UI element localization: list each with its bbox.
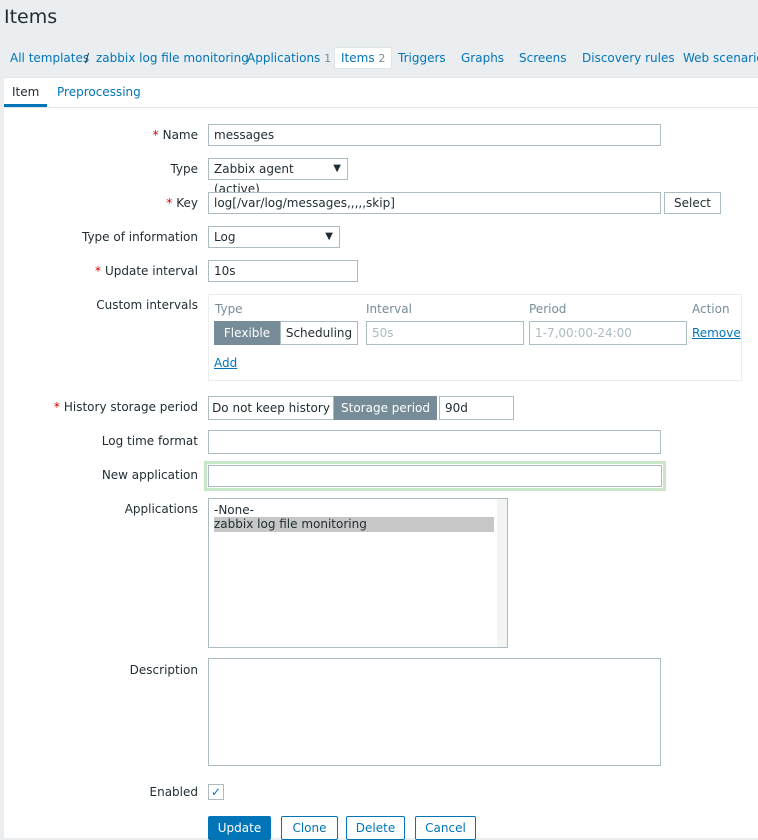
nav-items-label: Items [341, 51, 375, 65]
history-storage-label-text: History storage period [63, 400, 198, 414]
nav-screens[interactable]: Screens [519, 47, 567, 69]
period-input[interactable]: 1-7,00:00-24:00 [529, 321, 687, 345]
name-label-text: Name [162, 128, 198, 142]
storage-period-toggle[interactable]: Storage period [334, 396, 437, 420]
type-select-value: Zabbix agent (active) [214, 162, 294, 196]
cancel-button[interactable]: Cancel [415, 816, 476, 840]
new-application-focus-ring [204, 461, 666, 491]
ci-header-action: Action [692, 302, 730, 316]
key-label: * Key [166, 196, 198, 210]
applications-listbox[interactable]: -None- zabbix log file monitoring [208, 498, 508, 648]
log-time-format-input[interactable] [208, 430, 661, 454]
description-label: Description [129, 663, 198, 677]
history-period-input[interactable]: 90d [439, 396, 514, 420]
checkmark-icon: ✓ [210, 785, 222, 799]
key-label-text: Key [176, 196, 198, 210]
type-select[interactable]: Zabbix agent (active) ▼ [208, 158, 348, 196]
nav-items[interactable]: Items 2 [334, 47, 393, 69]
update-interval-label: * Update interval [95, 264, 198, 278]
interval-input[interactable]: 50s [366, 321, 524, 345]
update-button[interactable]: Update [208, 816, 271, 840]
nav-discovery-rules[interactable]: Discovery rules [582, 47, 675, 69]
delete-button[interactable]: Delete [346, 816, 405, 840]
nav-applications[interactable]: Applications 1 [247, 47, 331, 69]
tab-item[interactable]: Item [4, 85, 48, 107]
name-input[interactable]: messages [208, 124, 661, 146]
nav-triggers[interactable]: Triggers [398, 47, 446, 69]
breadcrumb-separator: / [85, 51, 90, 65]
nav-graphs[interactable]: Graphs [461, 47, 504, 69]
new-application-input[interactable] [208, 465, 662, 487]
chevron-down-icon: ▼ [333, 163, 341, 174]
enabled-checkbox[interactable]: ✓ [208, 784, 224, 800]
flexible-toggle[interactable]: Flexible [214, 321, 280, 345]
tab-preprocessing[interactable]: Preprocessing [57, 85, 141, 99]
applications-label: Applications [124, 502, 198, 516]
page-title: Items [4, 6, 58, 28]
breadcrumb-all-templates[interactable]: All templates [10, 47, 89, 69]
form-tabs: Item Preprocessing [4, 78, 758, 108]
type-of-information-select[interactable]: Log ▼ [208, 226, 340, 248]
ci-header-period: Period [529, 302, 567, 316]
do-not-keep-history-toggle[interactable]: Do not keep history [208, 396, 334, 420]
add-interval-link[interactable]: Add [214, 356, 237, 370]
update-interval-label-text: Update interval [104, 264, 198, 278]
clone-button[interactable]: Clone [281, 816, 338, 840]
log-time-format-label: Log time format [101, 434, 198, 448]
new-application-label: New application [101, 468, 198, 482]
custom-intervals-label: Custom intervals [96, 298, 198, 312]
nav-web-scenarios[interactable]: Web scenarios [683, 47, 758, 69]
listbox-scrollbar[interactable] [497, 499, 507, 647]
enabled-label: Enabled [149, 785, 199, 799]
history-storage-label: * History storage period [54, 400, 198, 414]
custom-intervals-table: Type Interval Period Action Flexible Sch… [208, 294, 742, 381]
application-option-none[interactable]: -None- [214, 503, 494, 518]
nav-applications-count: 1 [324, 52, 332, 65]
breadcrumb-template[interactable]: zabbix log file monitoring [96, 47, 249, 69]
nav-applications-label: Applications [247, 51, 321, 65]
required-mark: * [152, 128, 159, 142]
key-select-button[interactable]: Select [664, 192, 721, 214]
required-mark: * [94, 264, 101, 278]
chevron-down-icon: ▼ [325, 231, 333, 242]
item-form-panel: Item Preprocessing * Name messages Type Z… [4, 77, 758, 840]
type-of-information-value: Log [214, 230, 236, 244]
nav-items-count: 2 [378, 52, 386, 65]
description-textarea[interactable] [208, 658, 661, 766]
type-label: Type [170, 162, 198, 176]
required-mark: * [166, 196, 173, 210]
breadcrumb: All templates / zabbix log file monitori… [0, 47, 758, 71]
name-label: * Name [153, 128, 198, 142]
type-of-information-label: Type of information [81, 230, 198, 244]
update-interval-input[interactable]: 10s [208, 260, 358, 282]
ci-header-interval: Interval [366, 302, 412, 316]
ci-header-type: Type [215, 302, 243, 316]
remove-interval-link[interactable]: Remove [692, 326, 741, 340]
required-mark: * [53, 400, 60, 414]
application-option-selected[interactable]: zabbix log file monitoring [214, 517, 494, 532]
key-input[interactable]: log[/var/log/messages,,,,,skip] [208, 192, 661, 214]
scheduling-toggle[interactable]: Scheduling [280, 321, 358, 345]
